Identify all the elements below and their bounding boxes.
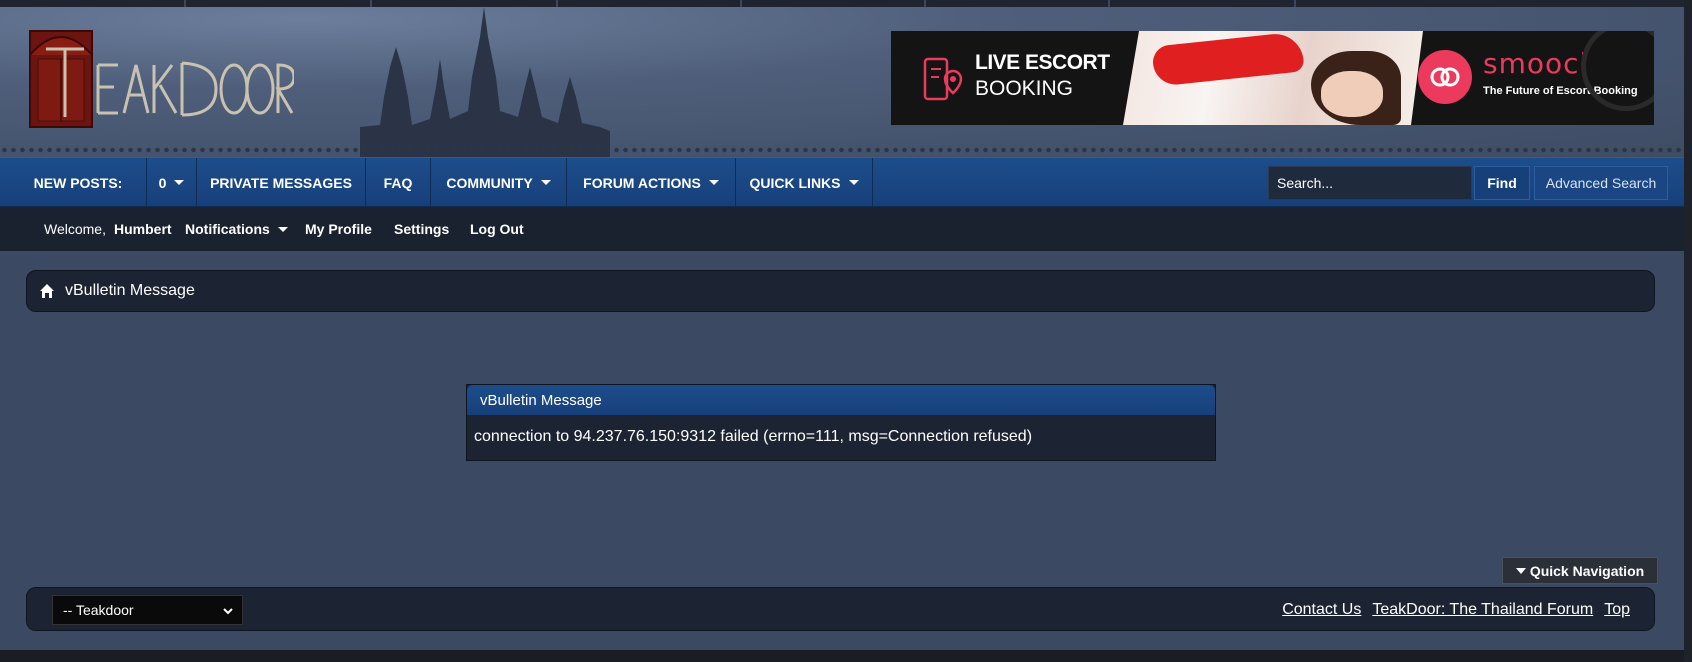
- welcome-text: Welcome,: [44, 221, 106, 237]
- caret-down-icon: [848, 180, 859, 185]
- contact-us-link[interactable]: Contact Us: [1282, 601, 1361, 619]
- my-profile-link[interactable]: My Profile: [305, 207, 372, 251]
- banner-title: LIVE ESCORT: [975, 51, 1110, 74]
- footer: -- Teakdoor Contact Us TeakDoor: The Tha…: [26, 587, 1655, 631]
- triangle-down-icon: [1515, 567, 1526, 574]
- breadcrumb-title: vBulletin Message: [65, 282, 195, 299]
- nav-private-messages[interactable]: PRIVATE MESSAGES: [197, 158, 366, 207]
- nav-quick-links[interactable]: QUICK LINKS: [736, 158, 873, 207]
- user-subnav: Welcome, Humbert Notifications My Profil…: [0, 207, 1692, 251]
- main-navbar: NEW POSTS: 0 PRIVATE MESSAGES FAQ COMMUN…: [0, 157, 1692, 207]
- home-icon[interactable]: [39, 283, 55, 299]
- forum-home-link[interactable]: TeakDoor: The Thailand Forum: [1372, 601, 1593, 619]
- nav-new-posts[interactable]: NEW POSTS:: [0, 158, 147, 207]
- log-out-link[interactable]: Log Out: [470, 207, 524, 251]
- nav-community[interactable]: COMMUNITY: [431, 158, 567, 207]
- temple-skyline: [360, 7, 610, 157]
- advanced-search-button[interactable]: Advanced Search: [1534, 166, 1668, 200]
- nav-faq[interactable]: FAQ: [366, 158, 431, 207]
- notifications-menu[interactable]: Notifications: [185, 207, 288, 251]
- teakdoor-logo[interactable]: [26, 25, 294, 129]
- nav-forum-actions[interactable]: FORUM ACTIONS: [567, 158, 736, 207]
- username-link[interactable]: Humbert: [114, 207, 172, 251]
- banner-brand: smooci: [1483, 47, 1589, 80]
- caret-down-icon: [540, 180, 551, 185]
- caret-down-icon: [277, 226, 288, 232]
- page: LIVE ESCORT BOOKING smooci The Future of…: [0, 0, 1692, 662]
- window-edge: [1684, 0, 1692, 662]
- message-title: vBulletin Message: [467, 385, 1215, 415]
- caret-down-icon: [708, 180, 719, 185]
- bottom-strip: [0, 650, 1692, 662]
- forum-jump-select[interactable]: -- Teakdoor: [52, 595, 243, 625]
- search-input[interactable]: [1268, 166, 1472, 200]
- banner-subtitle: BOOKING: [975, 77, 1074, 100]
- top-link[interactable]: Top: [1604, 601, 1630, 619]
- top-strip: [0, 0, 1692, 7]
- ad-banner[interactable]: LIVE ESCORT BOOKING smooci The Future of…: [891, 31, 1654, 125]
- smooci-logo-icon: [1418, 50, 1472, 104]
- site-header: LIVE ESCORT BOOKING smooci The Future of…: [0, 7, 1692, 157]
- message-body: connection to 94.237.76.150:9312 failed …: [474, 428, 1033, 445]
- quick-navigation-button[interactable]: Quick Navigation: [1502, 557, 1658, 584]
- footer-links: Contact Us TeakDoor: The Thailand Forum …: [1271, 588, 1630, 632]
- chevron-down-icon: [223, 608, 233, 615]
- find-button[interactable]: Find: [1474, 166, 1530, 200]
- nav-new-posts-count[interactable]: 0: [147, 158, 197, 207]
- phone-location-icon: [923, 57, 963, 101]
- message-box: vBulletin Message connection to 94.237.7…: [466, 384, 1216, 461]
- caret-down-icon: [174, 180, 185, 185]
- settings-link[interactable]: Settings: [394, 207, 449, 251]
- header-border: [0, 147, 1692, 153]
- breadcrumb: vBulletin Message: [26, 270, 1655, 312]
